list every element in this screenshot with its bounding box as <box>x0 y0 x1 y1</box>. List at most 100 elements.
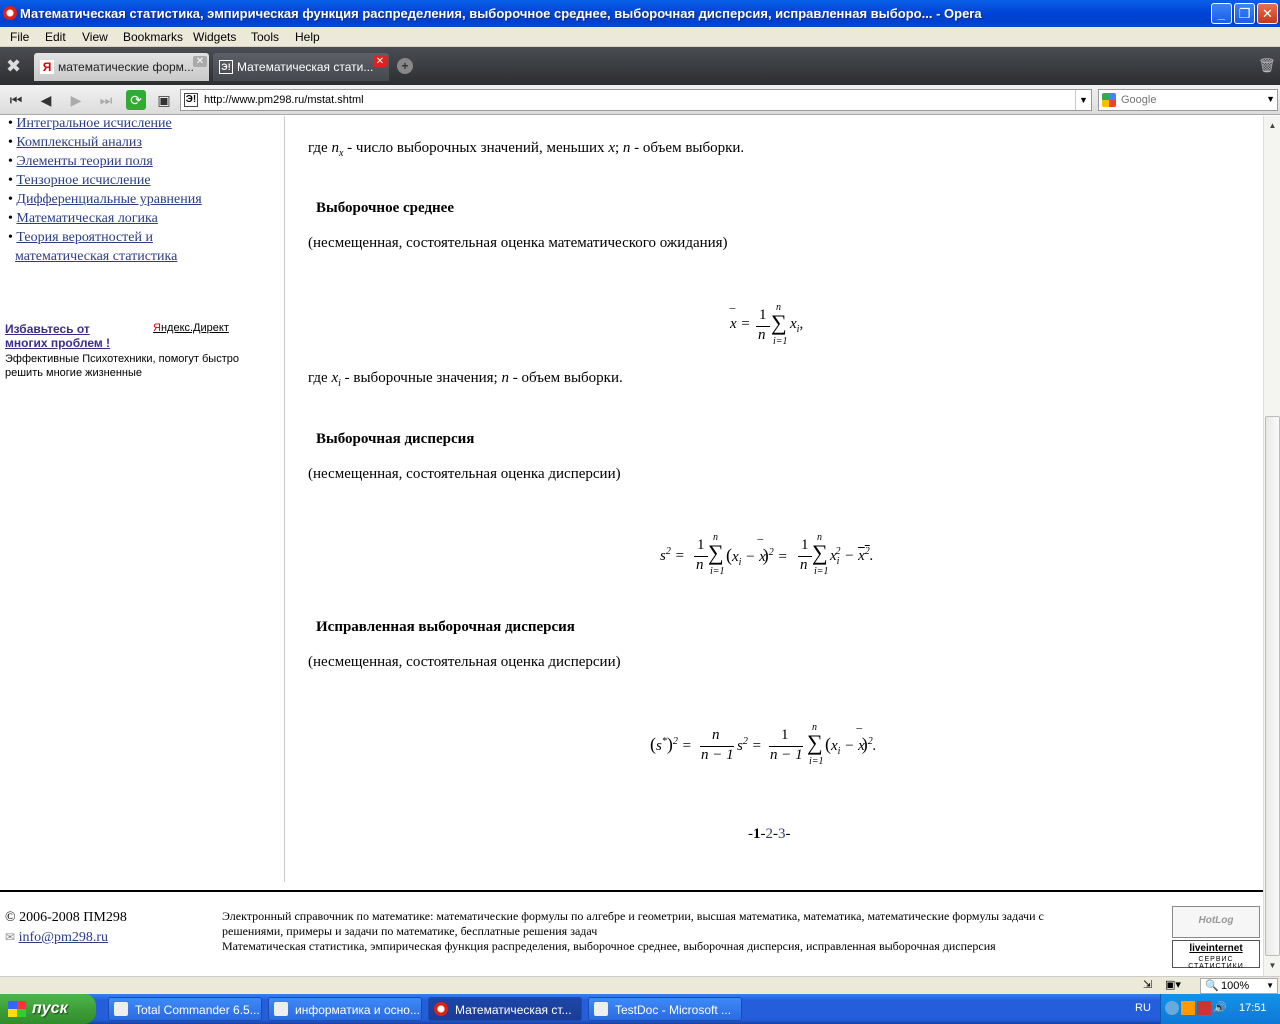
tab-math-stat[interactable]: Э! Математическая стати... ✕ <box>213 53 389 81</box>
zoom-dropdown-icon[interactable]: ▼ <box>1266 979 1274 993</box>
tab-close-icon[interactable]: ✕ <box>373 56 387 67</box>
clock: 17:51 <box>1239 1002 1267 1014</box>
email-contact: ✉ info@pm298.ru <box>5 930 108 946</box>
menu-file[interactable]: File <box>10 30 29 44</box>
page-link-2[interactable]: 2 <box>766 826 774 842</box>
sidebar-item: • Элементы теории поля <box>8 154 153 169</box>
maximize-button[interactable]: ❐ <box>1234 3 1255 24</box>
formula-corrected-variance: (s*)2 = n n − 1 s2 = 1 n − 1 n ∑ i=1 (xi… <box>650 722 877 767</box>
navigation-bar: ⏮ ◀ ▶ ⏭ ⟳ ▣ Э! http://www.pm298.ru/mstat… <box>0 85 1280 115</box>
scroll-thumb[interactable] <box>1265 416 1280 956</box>
camera-status-icon[interactable]: ▣▾ <box>1165 978 1181 991</box>
menu-tools[interactable]: Tools <box>251 30 279 44</box>
taskbar-item-word-informatika[interactable]: информатика и осно... <box>268 997 422 1021</box>
tools-wrench-icon[interactable]: ✖ <box>6 56 26 76</box>
menu-view[interactable]: View <box>82 30 108 44</box>
tab-close-icon[interactable]: ✕ <box>193 56 207 67</box>
close-button[interactable]: ✕ <box>1257 3 1278 24</box>
minimize-button[interactable]: _ <box>1211 3 1232 24</box>
start-button[interactable]: пуск <box>0 994 96 1024</box>
link-probability[interactable]: Теория вероятностей и <box>16 230 153 245</box>
google-icon <box>1102 93 1116 107</box>
taskbar-item-opera[interactable]: Математическая ст... <box>428 997 582 1021</box>
xi-definition: где xi - выборочные значения; n - объем … <box>308 370 623 389</box>
heading-corrected-variance: Исправленная выборочная дисперсия <box>316 619 575 635</box>
link-logic[interactable]: Математическая логика <box>16 211 157 226</box>
search-box[interactable]: ▼ <box>1098 89 1278 111</box>
link-diff-eq[interactable]: Дифференциальные уравнения <box>16 192 201 207</box>
taskbar-item-testdoc[interactable]: TestDoc - Microsoft ... <box>588 997 742 1021</box>
panel-toggle-icon[interactable]: ⇲ <box>1143 978 1152 991</box>
back-icon[interactable]: ◀ <box>36 90 56 110</box>
menu-bookmarks[interactable]: Bookmarks <box>123 30 183 44</box>
sidebar-item: • Дифференциальные уравнения <box>8 192 202 207</box>
email-link[interactable]: info@pm298.ru <box>19 930 109 945</box>
address-dropdown-icon[interactable]: ▼ <box>1075 90 1091 110</box>
yandex-icon: Я <box>40 60 54 74</box>
tab-label: Математическая стати... <box>237 60 374 74</box>
link-statistics[interactable]: математическая статистика <box>15 249 177 264</box>
search-input[interactable] <box>1121 92 1259 108</box>
link-field-theory[interactable]: Элементы теории поля <box>16 154 152 169</box>
menu-widgets[interactable]: Widgets <box>193 30 236 44</box>
tray-network-icon[interactable] <box>1165 1001 1179 1015</box>
trash-icon[interactable]: 🗑 <box>1258 57 1276 75</box>
sidebar-item: • Тензорное исчисление <box>8 173 151 188</box>
sidebar-item: • Комплексный анализ <box>8 135 142 150</box>
address-bar[interactable]: Э! http://www.pm298.ru/mstat.shtml ▼ <box>180 89 1092 111</box>
nx-definition: где nx - число выборочных значений, мень… <box>308 140 745 159</box>
formula-sample-mean: x ‾ = 1 n n ∑ i=1 xi, <box>730 302 804 347</box>
new-tab-icon[interactable]: + <box>397 58 413 74</box>
page-current: 1 <box>753 826 761 842</box>
zoom-control[interactable]: 🔍 100% ▼ <box>1200 978 1278 994</box>
camera-icon[interactable]: ▣ <box>154 90 174 110</box>
search-dropdown-icon[interactable]: ▼ <box>1266 94 1275 104</box>
liveinternet-counter[interactable]: liveinternet СЕРВИС СТАТИСТИКИ <box>1172 940 1260 970</box>
tab-bar: ✖ Я математические форм... ✕ Э! Математи… <box>0 47 1280 85</box>
fast-forward-icon[interactable]: ⏭ <box>96 90 116 110</box>
word-icon <box>274 1002 288 1016</box>
window-title: Математическая статистика, эмпирическая … <box>20 6 982 21</box>
tab-math-formulas[interactable]: Я математические форм... ✕ <box>34 53 209 81</box>
tray-media-icon[interactable] <box>1181 1001 1195 1015</box>
sample-variance-note: (несмещенная, состоятельная оценка диспе… <box>308 466 621 482</box>
reload-icon[interactable]: ⟳ <box>126 90 146 110</box>
scroll-down-icon[interactable]: ▼ <box>1265 958 1280 973</box>
heading-sample-mean: Выборочное среднее <box>316 200 454 216</box>
language-indicator[interactable]: RU <box>1135 1002 1151 1014</box>
forward-icon[interactable]: ▶ <box>66 90 86 110</box>
yandex-direct-ad: Избавьтесь от многих проблем ! Яндекс.Ди… <box>5 322 265 380</box>
menu-bar: File Edit View Bookmarks Widgets Tools H… <box>0 27 1280 47</box>
taskbar-item-total-commander[interactable]: Total Commander 6.5... <box>108 997 262 1021</box>
zoom-level: 100% <box>1221 980 1250 992</box>
tray-antivirus-icon[interactable] <box>1197 1001 1211 1015</box>
link-tensor[interactable]: Тензорное исчисление <box>16 173 150 188</box>
link-complex[interactable]: Комплексный анализ <box>16 135 142 150</box>
page-viewport: • Интегральное исчисление • Комплексный … <box>0 116 1263 976</box>
footer-description: Электронный справочник по математике: ма… <box>222 909 1044 953</box>
word-icon <box>594 1002 608 1016</box>
menu-edit[interactable]: Edit <box>45 30 66 44</box>
formula-sample-variance: s2 = 1 n n ∑ i=1 (xi − x‾)2 = 1 n n ∑ i=… <box>660 532 874 577</box>
link-integral[interactable]: Интегральное исчисление <box>16 116 171 131</box>
sidebar-item: • Теория вероятностей и <box>8 230 153 245</box>
copyright: © 2006-2008 ПМ298 <box>5 910 127 925</box>
tray-volume-icon[interactable]: 🔊 <box>1213 1001 1227 1015</box>
menu-help[interactable]: Help <box>295 30 320 44</box>
tab-label: математические форм... <box>58 60 194 74</box>
status-bar: ⇲ ▣▾ 🔍 100% ▼ <box>0 976 1280 994</box>
windows-logo-icon <box>8 1001 26 1017</box>
corrected-variance-note: (несмещенная, состоятельная оценка диспе… <box>308 654 621 670</box>
vertical-scrollbar[interactable]: ▲ ▼ <box>1263 116 1280 976</box>
rewind-icon[interactable]: ⏮ <box>6 90 26 110</box>
sample-mean-note: (несмещенная, состоятельная оценка матем… <box>308 235 728 251</box>
hotlog-counter[interactable]: HotLog <box>1172 906 1260 938</box>
ad-headline[interactable]: Избавьтесь от многих проблем ! <box>5 322 135 350</box>
opera-icon <box>434 1002 448 1016</box>
scroll-up-icon[interactable]: ▲ <box>1265 118 1280 133</box>
yandex-direct-link[interactable]: Яндекс.Директ <box>153 322 229 334</box>
page-link-3[interactable]: 3 <box>778 826 786 842</box>
sidebar-item: • Интегральное исчисление <box>8 116 172 131</box>
mail-icon: ✉ <box>5 930 16 944</box>
taskbar: пуск Total Commander 6.5... информатика … <box>0 994 1280 1024</box>
